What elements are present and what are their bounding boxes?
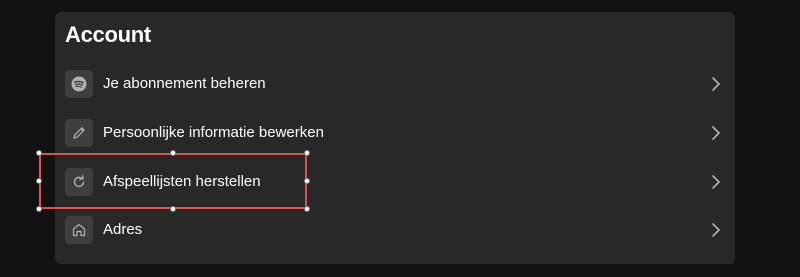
resize-handle-right[interactable] — [304, 178, 310, 184]
resize-handle-bottom-left[interactable] — [36, 206, 42, 212]
manage-subscription-label: Je abonnement beheren — [103, 75, 266, 92]
account-title: Account — [65, 22, 151, 47]
edit-personal-info-label: Persoonlijke informatie bewerken — [103, 124, 324, 141]
selection-outline — [39, 153, 307, 209]
chevron-right-icon — [712, 126, 720, 140]
resize-handle-left[interactable] — [36, 178, 42, 184]
spotify-icon — [65, 70, 93, 98]
resize-handle-bottom-right[interactable] — [304, 206, 310, 212]
resize-handle-top-left[interactable] — [36, 150, 42, 156]
chevron-right-icon — [712, 77, 720, 91]
chevron-right-icon — [712, 175, 720, 189]
home-icon — [65, 216, 93, 244]
resize-handle-bottom[interactable] — [170, 206, 176, 212]
edit-personal-info-row[interactable]: Persoonlijke informatie bewerken — [55, 109, 735, 157]
resize-handle-top[interactable] — [170, 150, 176, 156]
account-card: Account Je abonnement beheren Persoonlij… — [55, 12, 735, 264]
chevron-right-icon — [712, 223, 720, 237]
address-row[interactable]: Adres — [55, 206, 735, 254]
pencil-icon — [65, 119, 93, 147]
manage-subscription-row[interactable]: Je abonnement beheren — [55, 60, 735, 108]
resize-handle-top-right[interactable] — [304, 150, 310, 156]
address-label: Adres — [103, 221, 143, 238]
